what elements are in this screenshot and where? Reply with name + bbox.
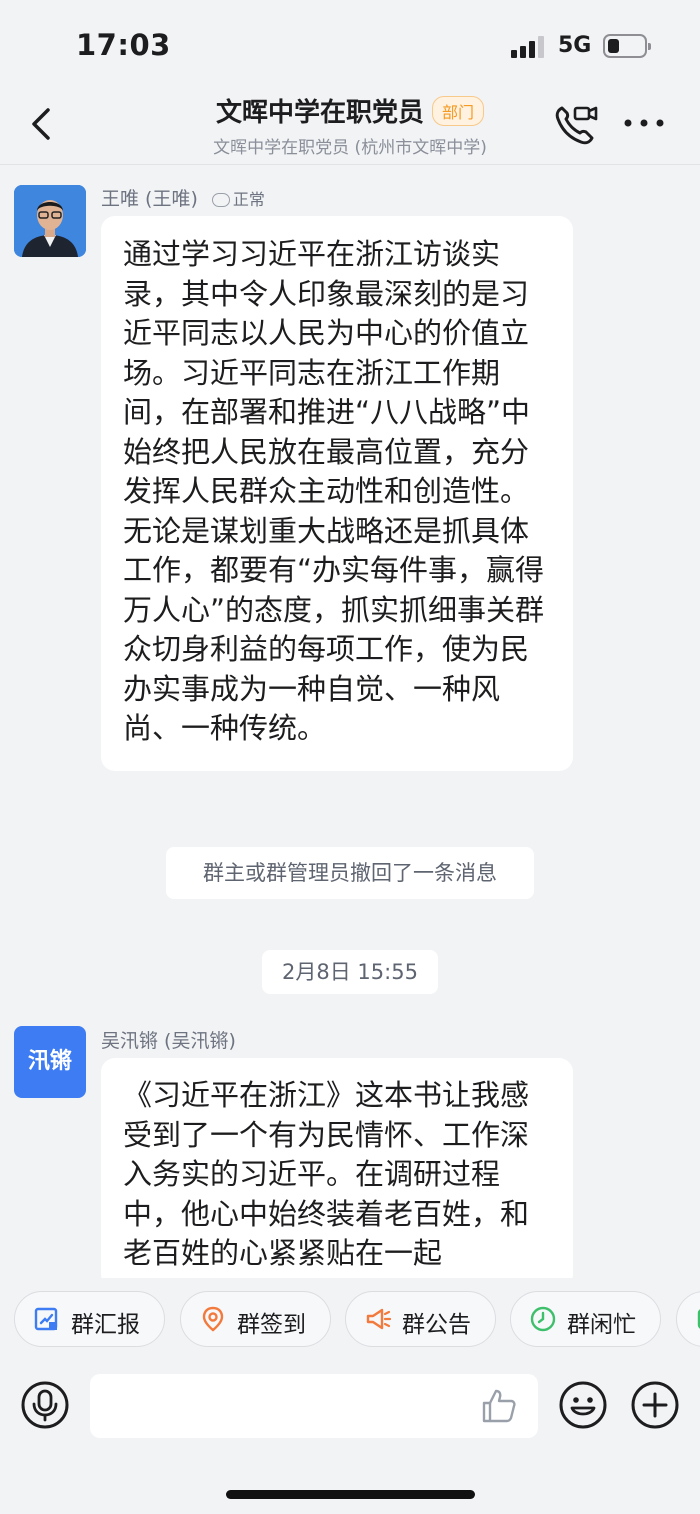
signal-icon xyxy=(511,36,547,58)
quick-announcement-button[interactable]: 群公告 xyxy=(345,1291,496,1347)
chat-header: 文晖中学在职党员 部门 文晖中学在职党员 (杭州市文晖中学) xyxy=(0,88,700,165)
chip-label: 群签到 xyxy=(237,1312,306,1338)
chat-title[interactable]: 文晖中学在职党员 xyxy=(216,98,424,128)
chat-bubble-icon xyxy=(211,193,230,207)
thumbs-up-icon[interactable] xyxy=(480,1387,518,1425)
status-bar: 17:03 5G xyxy=(0,0,700,88)
more-dots-icon[interactable] xyxy=(622,110,666,136)
phone-video-icon[interactable] xyxy=(553,102,599,146)
recall-notice: 群主或群管理员撤回了一条消息 xyxy=(166,847,534,899)
clock-icon xyxy=(530,1306,556,1332)
chip-label: 群闲忙 xyxy=(567,1312,636,1338)
quick-checkin-button[interactable]: 群签到 xyxy=(180,1291,331,1347)
report-icon xyxy=(34,1307,58,1331)
plus-icon[interactable] xyxy=(630,1380,680,1430)
message-bubble[interactable]: 《习近平在浙江》这本书让我感受到了一个有为民情怀、工作深入务实的习近平。在调研过… xyxy=(101,1058,573,1288)
home-indicator[interactable] xyxy=(226,1490,475,1499)
partial-icon xyxy=(697,1309,700,1329)
status-time: 17:03 xyxy=(76,28,171,62)
chip-label: 群汇报 xyxy=(71,1312,140,1338)
battery-icon xyxy=(603,34,651,58)
network-type: 5G xyxy=(558,33,592,58)
avatar[interactable] xyxy=(14,185,86,257)
chip-label: 群公告 xyxy=(402,1312,471,1338)
quick-more-chip[interactable] xyxy=(676,1291,700,1347)
message-bubble[interactable]: 通过学习习近平在浙江访谈实录，其中令人印象最深刻的是习近平同志以人民为中心的价值… xyxy=(101,216,573,771)
avatar[interactable]: 汛锵 xyxy=(14,1026,86,1098)
sender-name[interactable]: 吴汛锵 (吴汛锵) xyxy=(101,1026,236,1053)
department-badge: 部门 xyxy=(432,95,485,126)
microphone-icon[interactable] xyxy=(20,1380,70,1430)
person-photo-icon xyxy=(14,185,86,257)
quick-report-button[interactable]: 群汇报 xyxy=(14,1291,165,1347)
megaphone-icon xyxy=(366,1308,392,1330)
input-bar xyxy=(0,1360,700,1514)
sender-name[interactable]: 王唯 (王唯) xyxy=(101,188,198,210)
timestamp-divider: 2月8日 15:55 xyxy=(262,950,438,994)
location-pin-icon xyxy=(202,1306,224,1332)
quick-busy-status-button[interactable]: 群闲忙 xyxy=(510,1291,661,1347)
user-status: 正常 xyxy=(211,190,265,209)
sender-name-row: 王唯 (王唯) 正常 xyxy=(101,184,265,211)
status-label: 正常 xyxy=(232,190,265,209)
message-input[interactable] xyxy=(90,1374,538,1438)
quick-action-bar: 群汇报 群签到 群公告 群闲忙 xyxy=(0,1278,700,1360)
smiley-icon[interactable] xyxy=(558,1380,608,1430)
